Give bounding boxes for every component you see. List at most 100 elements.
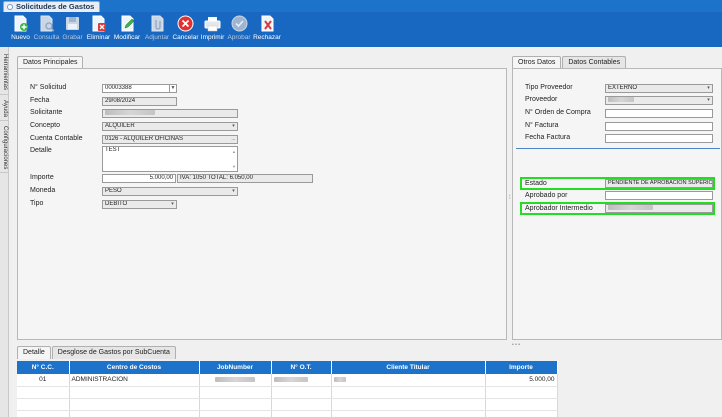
importe-label: Importe xyxy=(30,174,54,181)
solicitud-label: N° Solicitud xyxy=(30,84,67,91)
chevron-down-icon[interactable]: ▾ xyxy=(230,188,237,195)
iva-total-field: IVA: 1050 TOTAL: 6.050,00 xyxy=(177,174,313,183)
aprobador-intermedio-field xyxy=(605,204,713,213)
factura-field[interactable] xyxy=(605,122,713,131)
modificar-label: Modificar xyxy=(113,34,141,41)
cc-cell[interactable]: 01 xyxy=(17,374,70,387)
moneda-field[interactable]: PESO ▾ xyxy=(102,187,238,196)
section-divider xyxy=(516,148,720,149)
concepto-value: ALQUILER xyxy=(105,123,135,129)
save-icon xyxy=(66,17,79,30)
adjuntar-button[interactable]: Adjuntar xyxy=(143,12,171,47)
printer-icon xyxy=(204,17,221,32)
redacted-value xyxy=(273,377,308,383)
tipo-field[interactable]: DEBITO ▾ xyxy=(102,200,177,209)
table-row[interactable] xyxy=(17,410,558,417)
reject-icon xyxy=(261,15,273,32)
window-tab[interactable]: Solicitudes de Gastos xyxy=(3,1,101,12)
side-tab-configuraciones[interactable]: Configuraciones xyxy=(0,123,9,173)
grabar-label: Grabar xyxy=(62,34,83,41)
chevron-down-icon[interactable]: ▾ xyxy=(169,201,176,208)
solicitante-label: Solicitante xyxy=(30,109,63,116)
orden-compra-field[interactable] xyxy=(605,109,713,118)
aprobador-intermedio-label: Aprobador Intermedio xyxy=(525,205,593,212)
moneda-value: PESO xyxy=(105,188,122,194)
grabar-button[interactable]: Grabar xyxy=(60,12,85,47)
column-header-importe[interactable]: Importe xyxy=(485,361,558,374)
detail-tabstrip: Detalle Desglose de Gastos por SubCuenta xyxy=(17,346,177,359)
scroll-down-icon[interactable]: ▼ xyxy=(232,163,236,170)
aprobar-label: Aprobar xyxy=(227,34,251,41)
tipo-proveedor-label: Tipo Proveedor xyxy=(525,84,573,91)
document-add-icon xyxy=(14,15,28,32)
column-header-cc[interactable]: N° C.C. xyxy=(17,361,70,374)
ot-cell[interactable] xyxy=(271,374,332,387)
proveedor-field[interactable]: ▾ xyxy=(605,96,713,105)
column-header-centro[interactable]: Centro de Costos xyxy=(69,361,200,374)
table-row[interactable]: 01 ADMINISTRACION 5.000,00 xyxy=(17,374,558,387)
cancelar-button[interactable]: Cancelar xyxy=(172,12,199,47)
tab-detalle[interactable]: Detalle xyxy=(17,346,51,359)
aprobar-button[interactable]: Aprobar xyxy=(226,12,252,47)
chevron-down-icon[interactable]: ▾ xyxy=(705,97,712,104)
cancelar-label: Cancelar xyxy=(172,34,199,41)
redacted-value xyxy=(105,110,155,115)
column-header-cliente[interactable]: Cliente Titular xyxy=(331,361,486,374)
column-header-ot[interactable]: N° O.T. xyxy=(271,361,332,374)
factura-label: N° Factura xyxy=(525,122,559,129)
detalle-label: Detalle xyxy=(30,147,52,154)
solicitud-field[interactable]: 00003388 ▼ xyxy=(102,84,177,93)
document-search-icon xyxy=(40,15,55,32)
ellipsis-button[interactable]: ... xyxy=(230,136,237,143)
solicitante-field[interactable] xyxy=(102,109,238,118)
cliente-cell[interactable] xyxy=(331,374,486,387)
tipo-proveedor-field[interactable]: EXTERNO ▾ xyxy=(605,84,713,93)
datos-principales-panel xyxy=(17,68,507,340)
horizontal-splitter[interactable]: • • • xyxy=(512,342,520,348)
orden-compra-label: N° Orden de Compra xyxy=(525,109,591,116)
side-tab-herramientas[interactable]: Herramientas xyxy=(0,51,9,95)
table-row[interactable] xyxy=(17,398,558,411)
consulta-button[interactable]: Consulta xyxy=(34,12,59,47)
fecha-field[interactable]: 29/08/2024 xyxy=(102,97,177,106)
window-tab-icon xyxy=(7,4,13,10)
centro-cell[interactable]: ADMINISTRACION xyxy=(69,374,200,387)
redacted-value xyxy=(608,97,634,102)
grid-header-row: N° C.C. Centro de Costos JobNumber N° O.… xyxy=(17,361,558,374)
imprimir-label: Imprimir xyxy=(200,34,225,41)
eliminar-label: Eliminar xyxy=(86,34,111,41)
tipo-label: Tipo xyxy=(30,200,44,207)
scroll-up-icon[interactable]: ▲ xyxy=(232,148,236,155)
side-tab-ayuda[interactable]: Ayuda xyxy=(0,97,9,121)
column-header-jobnumber[interactable]: JobNumber xyxy=(199,361,272,374)
importe-cell[interactable]: 5.000,00 xyxy=(485,374,558,387)
estado-label: Estado xyxy=(525,180,547,187)
importe-field[interactable]: 5.000,00 xyxy=(102,174,176,183)
fecha-factura-field[interactable] xyxy=(605,134,713,143)
modificar-button[interactable]: Modificar xyxy=(112,12,142,47)
chevron-down-icon[interactable]: ▼ xyxy=(169,85,176,92)
eliminar-button[interactable]: Eliminar xyxy=(86,12,111,47)
toolbar: Nuevo Consulta Grabar Eliminar Modificar… xyxy=(0,12,722,47)
rechazar-button[interactable]: Rechazar xyxy=(253,12,281,47)
cuenta-field[interactable]: 0126 - ALQUILER OFICINAS ... xyxy=(102,135,238,144)
jobnumber-cell[interactable] xyxy=(199,374,272,387)
redacted-value xyxy=(333,377,346,383)
imprimir-button[interactable]: Imprimir xyxy=(200,12,225,47)
detalle-value: TEST xyxy=(105,147,121,153)
nuevo-label: Nuevo xyxy=(11,34,30,41)
chevron-down-icon[interactable]: ▾ xyxy=(705,85,712,92)
concepto-field[interactable]: ALQUILER ▾ xyxy=(102,122,238,131)
redacted-value xyxy=(215,377,255,383)
tab-desglose[interactable]: Desglose de Gastos por SubCuenta xyxy=(51,346,176,359)
table-row[interactable] xyxy=(17,386,558,399)
aprobado-por-field[interactable] xyxy=(605,191,713,200)
redacted-value xyxy=(608,205,653,210)
chevron-down-icon[interactable]: ▾ xyxy=(230,123,237,130)
aprobado-por-label: Aprobado por xyxy=(525,192,568,199)
tipo-proveedor-value: EXTERNO xyxy=(608,85,638,91)
detalle-textarea[interactable]: TEST ▲ ▼ xyxy=(102,146,238,172)
concepto-label: Concepto xyxy=(30,122,60,129)
nuevo-button[interactable]: Nuevo xyxy=(8,12,33,47)
moneda-label: Moneda xyxy=(30,187,56,194)
